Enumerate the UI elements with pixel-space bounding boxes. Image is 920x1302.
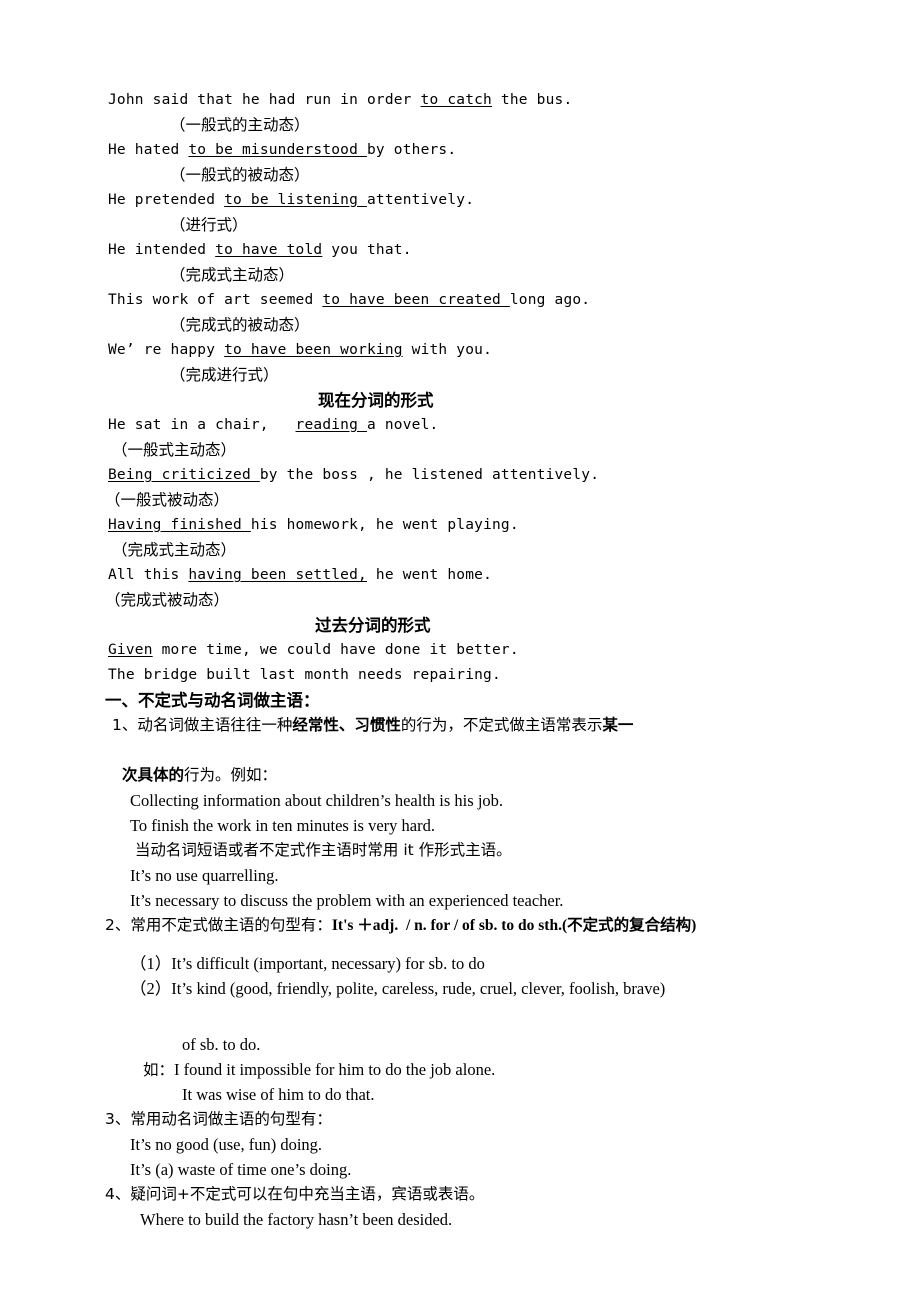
example-text-tail: he went home. (366, 567, 493, 583)
example-line: He hated to be misunderstood by others. (0, 138, 920, 163)
item1-line: 1、动名词做主语往往一种经常性、习惯性的行为，不定式做主语常表示某一 (0, 713, 920, 738)
example-underlined: Being criticized (108, 467, 260, 483)
example-text-tail: by the boss , he listened attentively. (259, 467, 600, 483)
item2-example: It was wise of him to do that. (182, 1085, 375, 1104)
example-underlined: to have been created (322, 292, 510, 308)
example-note: （完成式被动态） (105, 591, 230, 609)
example-note: （一般式被动态） (105, 491, 230, 509)
example-text: He intended (108, 242, 216, 258)
item1-bold-1: 经常性、习惯性 (292, 716, 401, 734)
example-text-tail: the bus. (492, 92, 573, 108)
item3-example: It’s no good (use, fun) doing. (130, 1135, 323, 1154)
example-line: This work of art seemed to have been cre… (0, 288, 920, 313)
example-text-tail: attentively. (366, 192, 475, 208)
item2-continuation: of sb. to do. (182, 1035, 261, 1054)
item1-cont-tail: 行为。例如： (184, 766, 278, 784)
item2-eg-text: I found it impossible for him to do the … (174, 1060, 496, 1079)
example-line: He sat in a chair, reading a novel. (0, 413, 920, 438)
example-underlined: to be misunderstood (188, 142, 367, 158)
item2-subitem: （2）It’s kind (good, friendly, polite, ca… (130, 979, 666, 998)
example-underlined: to be listening (224, 192, 367, 208)
item4-example: Where to build the factory hasn’t been d… (140, 1210, 453, 1229)
present-participle-heading: 现在分词的形式 (318, 391, 434, 410)
example-underlined: Given (108, 642, 153, 658)
document-body: John said that he had run in order to ca… (0, 88, 920, 1232)
item2-eg-label: 如： (143, 1061, 175, 1079)
example-line: All this having been settled, he went ho… (0, 563, 920, 588)
document-page: John said that he had run in order to ca… (0, 0, 920, 1302)
example-line: Given more time, we could have done it b… (0, 638, 920, 663)
item1-example: It’s necessary to discuss the problem wi… (130, 891, 564, 910)
example-text: The bridge built last month needs repair… (108, 667, 501, 683)
infinitive-examples-section: John said that he had run in order to ca… (0, 88, 920, 388)
item1-note: 当动名词短语或者不定式作主语时常用 it 作形式主语。 (130, 841, 512, 859)
item1-bold-2: 某一 (602, 716, 634, 734)
item2-line: 2、常用不定式做主语的句型有：It's ＋adj. / n. for / of … (0, 913, 920, 938)
past-participle-section: 过去分词的形式 Given more time, we could have d… (0, 613, 920, 688)
example-text: We’ re happy (108, 342, 225, 358)
example-text-tail: with you. (402, 342, 493, 358)
item1-continuation: 次具体的行为。例如： (0, 763, 920, 788)
example-text-tail: a novel. (366, 417, 439, 433)
example-line: The bridge built last month needs repair… (0, 663, 920, 688)
example-note: （一般式的被动态） (170, 166, 310, 184)
example-text: John said that he had run in order (108, 92, 421, 108)
item2-example-line: 如：I found it impossible for him to do th… (0, 1057, 920, 1082)
example-note: （进行式） (170, 216, 248, 234)
item4-heading: 4、疑问词+不定式可以在句中充当主语，宾语或表语。 (105, 1185, 485, 1203)
example-underlined: to catch (420, 92, 492, 108)
example-underlined: reading (295, 417, 367, 433)
example-note: （一般式的主动态） (170, 116, 310, 134)
item2-subitem: （1）It’s difficult (important, necessary)… (130, 954, 485, 973)
example-note: （完成式主动态） (170, 266, 295, 284)
example-text: He hated (108, 142, 189, 158)
item1-middle: 的行为，不定式做主语常表示 (400, 716, 603, 734)
part-one-heading: 一、不定式与动名词做主语： (105, 691, 320, 710)
example-underlined: to have been working (224, 342, 403, 358)
example-line: He pretended to be listening attentively… (0, 188, 920, 213)
example-underlined: Having finished (108, 517, 251, 533)
item1-prefix: 1、动名词做主语往往一种 (112, 716, 293, 734)
example-note: （一般式主动态） (112, 441, 237, 459)
example-line: He intended to have told you that. (0, 238, 920, 263)
example-line: Having finished his homework, he went pl… (0, 513, 920, 538)
example-line: Being criticized by the boss , he listen… (0, 463, 920, 488)
item2-prefix: 2、常用不定式做主语的句型有： (105, 916, 332, 934)
example-note: （完成式的被动态） (170, 316, 310, 334)
example-line: John said that he had run in order to ca… (0, 88, 920, 113)
item1-example: Collecting information about children’s … (130, 791, 504, 810)
example-text: He pretended (108, 192, 225, 208)
past-participle-heading: 过去分词的形式 (315, 616, 431, 635)
example-text-tail: his homework, he went playing. (250, 517, 519, 533)
example-note: （完成进行式） (170, 366, 279, 384)
example-text-tail: by others. (366, 142, 457, 158)
item3-heading: 3、常用动名词做主语的句型有： (105, 1110, 332, 1128)
example-underlined: having been settled, (188, 567, 367, 583)
item2-pattern: It's ＋adj. / n. for / of sb. to do sth.(… (331, 917, 697, 934)
item3-example: It’s (a) waste of time one’s doing. (130, 1160, 352, 1179)
present-participle-section: 现在分词的形式 He sat in a chair, reading a nov… (0, 388, 920, 613)
part-one-section: 一、不定式与动名词做主语： 1、动名词做主语往往一种经常性、习惯性的行为，不定式… (0, 688, 920, 1232)
example-text: This work of art seemed (108, 292, 323, 308)
example-note: （完成式主动态） (112, 541, 237, 559)
example-underlined: to have told (215, 242, 323, 258)
item1-example: It’s no use quarrelling. (130, 866, 279, 885)
example-text-tail: long ago. (509, 292, 591, 308)
example-text: He sat in a chair, (108, 417, 296, 433)
item1-cont-bold: 次具体的 (122, 766, 185, 784)
example-text-tail: you that. (322, 242, 412, 258)
example-text: All this (108, 567, 189, 583)
example-line: We’ re happy to have been working with y… (0, 338, 920, 363)
example-text-tail: more time, we could have done it better. (152, 642, 519, 658)
item1-example: To finish the work in ten minutes is ver… (130, 816, 435, 835)
